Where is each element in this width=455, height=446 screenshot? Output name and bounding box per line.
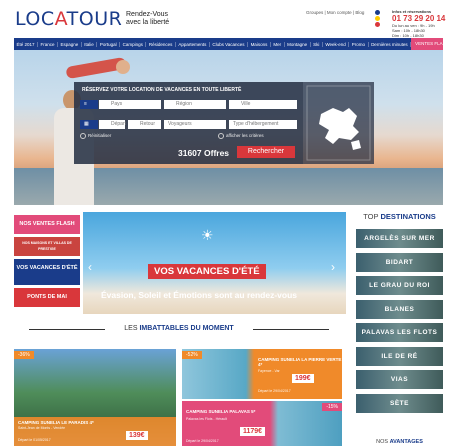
show-criteria-option[interactable]: afficher les critères: [218, 133, 264, 139]
nav-item[interactable]: Mer: [271, 41, 285, 47]
imbattables-title: LES IMBATTABLES DU MOMENT: [14, 325, 344, 332]
nav-item[interactable]: Ski: [311, 41, 323, 47]
language-flags[interactable]: [375, 10, 380, 28]
region-select[interactable]: Région: [164, 100, 226, 109]
nav-item[interactable]: Dernières minutes: [369, 41, 412, 47]
destination-item[interactable]: BIDART: [356, 252, 443, 272]
tagline-line-1: Rendez-Vous: [126, 11, 169, 18]
nav-item[interactable]: Maisons: [248, 41, 271, 47]
slider-prev-arrow[interactable]: ‹: [88, 260, 92, 274]
deal-name: CAMPING SUNELIA PALAVAS 5*: [186, 409, 256, 414]
deal-name: CAMPING SUNELIA LE PARADIS 4*: [18, 420, 94, 425]
nav-item[interactable]: Appartements: [176, 41, 210, 47]
sun-icon: ☀: [201, 227, 214, 243]
flag-icon[interactable]: [375, 22, 380, 27]
deal-date: Départ le 01/05/2017: [18, 438, 51, 442]
flag-icon[interactable]: [375, 10, 380, 15]
destinations-title: TOP DESTINATIONS: [363, 212, 436, 221]
nav-item[interactable]: Italie: [82, 41, 98, 47]
discount-badge: -15%: [322, 403, 342, 411]
destination-item[interactable]: ILE DE RÉ: [356, 346, 443, 366]
search-button[interactable]: Rechercher: [237, 146, 295, 158]
nav-item[interactable]: Espagne: [58, 41, 82, 47]
promo-tiles: NOS VENTES FLASH NOS MAISONS ET VILLAS DE…: [14, 215, 80, 310]
discount-badge: -52%: [182, 351, 202, 359]
tagline-line-2: avec la liberté: [126, 19, 170, 26]
country-select[interactable]: Pays: [99, 100, 161, 109]
deal-location: Fayence - Var: [258, 369, 280, 373]
top-links[interactable]: Groupes | Mon compte | Blog: [306, 10, 364, 15]
deal-date: Départ le 29/04/2017: [258, 389, 291, 393]
city-select[interactable]: Ville: [229, 100, 297, 109]
tagline: Rendez-Vous avec la liberté: [126, 11, 169, 27]
nav-item[interactable]: Promo: [349, 41, 369, 47]
deal-price: 139€: [126, 431, 148, 440]
calendar-view-toggle[interactable]: ▦: [80, 120, 98, 129]
hero-slider[interactable]: ☀ ‹ › VOS VACANCES D'ÉTÉ Évasion, Soleil…: [83, 212, 346, 314]
accommodation-type-select[interactable]: Type d'hébergement: [229, 120, 297, 129]
destination-item[interactable]: ARGELÈS SUR MER: [356, 229, 443, 248]
nav-flash-sales[interactable]: VENTES FLASH: [411, 38, 443, 50]
slider-next-arrow[interactable]: ›: [331, 260, 335, 274]
search-panel: RÉSERVEZ VOTRE LOCATION DE VACANCES EN T…: [74, 82, 303, 164]
map-panel[interactable]: [303, 82, 374, 164]
promo-tile[interactable]: NOS MAISONS ET VILLAS DE PRESTIGE: [14, 237, 80, 256]
deal-card[interactable]: -36% CAMPING SUNELIA LE PARADIS 4* Saint…: [14, 349, 176, 446]
deal-card[interactable]: -15% CAMPING SUNELIA PALAVAS 5* Palavas …: [182, 401, 342, 446]
nav-item[interactable]: Montagne: [285, 41, 311, 47]
nav-item[interactable]: France: [38, 41, 59, 47]
locatour-logo[interactable]: LOCATOUR: [15, 8, 122, 30]
slider-title: VOS VACANCES D'ÉTÉ: [148, 264, 266, 279]
return-date-field[interactable]: Retour: [128, 120, 161, 129]
destination-item[interactable]: SÈTE: [356, 393, 443, 413]
discount-badge: -36%: [14, 351, 34, 359]
travellers-select[interactable]: Voyageurs: [164, 120, 226, 129]
europe-map-icon[interactable]: [303, 82, 374, 164]
departure-date-field[interactable]: Départ: [99, 120, 126, 129]
header: LOCATOUR Rendez-Vous avec la liberté Gro…: [0, 0, 455, 38]
deal-name: CAMPING SUNELIA LA PIERRE VERTE 4*: [258, 357, 342, 367]
nav-item[interactable]: Clubs Vacances: [210, 41, 249, 47]
destination-item[interactable]: LE GRAU DU ROI: [356, 276, 443, 295]
destination-item[interactable]: VIAS: [356, 370, 443, 389]
deal-date: Départ le 29/04/2017: [186, 439, 219, 443]
child-image: [65, 56, 136, 80]
flag-icon[interactable]: [375, 16, 380, 21]
deal-location: Saint-Jean de Monts - Vendée: [18, 426, 66, 430]
deal-card[interactable]: -52% CAMPING SUNELIA LA PIERRE VERTE 4* …: [182, 349, 342, 399]
deal-location: Palavas les Flots - Hérault: [186, 417, 227, 421]
promo-tile[interactable]: NOS VENTES FLASH: [14, 215, 80, 234]
nav-item[interactable]: Campings: [120, 41, 147, 47]
deal-price: 1179€: [240, 427, 266, 436]
promo-tile[interactable]: VOS VACANCES D'ÉTÉ: [14, 259, 80, 285]
main-nav: Été 2017 France Espagne Italie Portugal Campi…: [14, 38, 443, 50]
nav-item[interactable]: Week-end: [323, 41, 350, 47]
top-destinations: TOP DESTINATIONS ARGELÈS SUR MER BIDART LE…: [356, 212, 443, 417]
search-title: RÉSERVEZ VOTRE LOCATION DE VACANCES EN T…: [82, 87, 242, 93]
slider-subtitle: Évasion, Soleil et Émotions sont au rend…: [101, 290, 298, 300]
deal-price: 199€: [292, 374, 314, 383]
offers-count: 31607 Offres: [178, 148, 230, 158]
list-view-toggle[interactable]: ≡: [80, 100, 98, 109]
destination-item[interactable]: PALAVAS LES FLOTS: [356, 323, 443, 342]
reset-option[interactable]: Réinitialiser: [80, 133, 111, 139]
nav-item[interactable]: Résidences: [146, 41, 176, 47]
phone-number[interactable]: 01 73 29 20 14: [392, 14, 445, 23]
nav-item[interactable]: Été 2017: [14, 41, 39, 47]
contact-box: Infos et réservations 01 73 29 20 14 Du …: [392, 9, 445, 38]
nav-item[interactable]: Portugal: [97, 41, 121, 47]
promo-tile[interactable]: PONTS DE MAI: [14, 288, 80, 307]
advantages-title: NOS AVANTAGES: [376, 439, 423, 445]
destination-item[interactable]: BLANES: [356, 299, 443, 319]
